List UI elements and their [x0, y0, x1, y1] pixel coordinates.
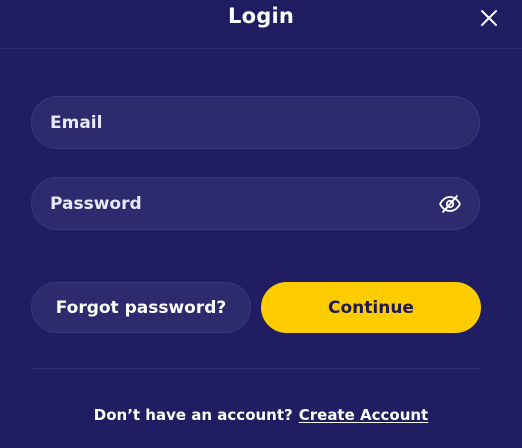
- close-button[interactable]: [476, 5, 502, 31]
- password-input[interactable]: [50, 178, 430, 229]
- continue-label: Continue: [328, 297, 414, 318]
- eye-slash-icon: [439, 195, 461, 213]
- modal-header: Login: [0, 0, 522, 49]
- forgot-password-button[interactable]: Forgot password?: [31, 282, 251, 333]
- modal-title: Login: [228, 4, 294, 28]
- email-input[interactable]: [50, 97, 430, 148]
- create-account-link[interactable]: Create Account: [299, 406, 429, 424]
- email-field[interactable]: [31, 96, 480, 149]
- close-icon: [481, 10, 497, 26]
- login-modal: Login Forgot password? Continue Don’t ha…: [0, 0, 522, 448]
- forgot-password-label: Forgot password?: [55, 297, 227, 318]
- toggle-password-visibility-button[interactable]: [438, 192, 462, 216]
- signup-prompt-text: Don’t have an account?: [93, 406, 293, 424]
- signup-prompt: Don’t have an account? Create Account: [0, 406, 522, 424]
- password-field[interactable]: [31, 177, 480, 230]
- continue-button[interactable]: Continue: [261, 282, 481, 333]
- divider: [31, 368, 480, 369]
